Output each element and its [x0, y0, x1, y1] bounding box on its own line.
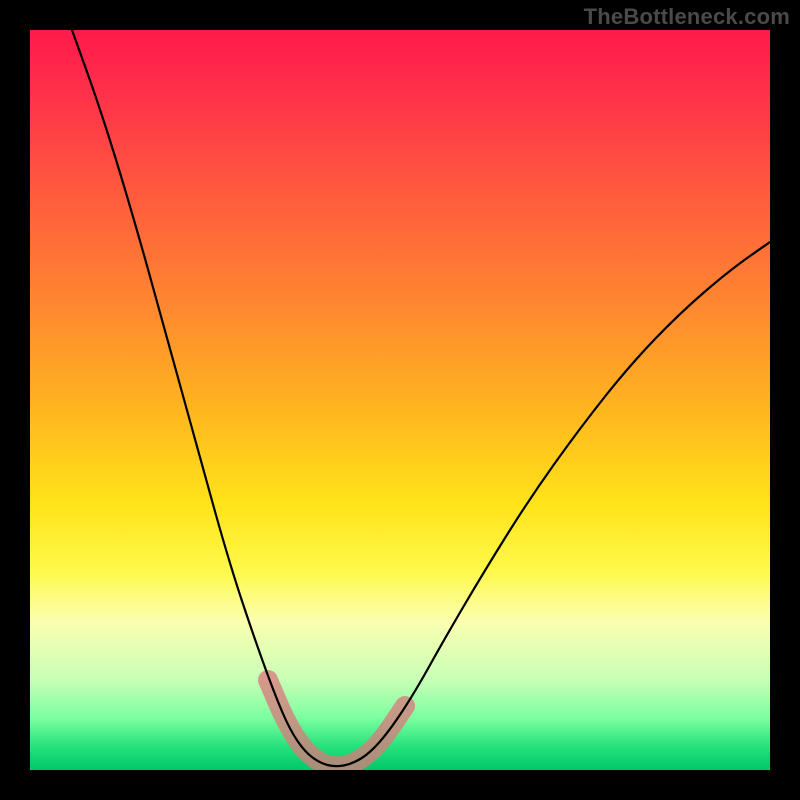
bottleneck-curve-path [72, 30, 770, 766]
watermark-label: TheBottleneck.com [584, 4, 790, 30]
chart-frame: TheBottleneck.com [0, 0, 800, 800]
curve-svg [30, 30, 770, 770]
plot-area [30, 30, 770, 770]
